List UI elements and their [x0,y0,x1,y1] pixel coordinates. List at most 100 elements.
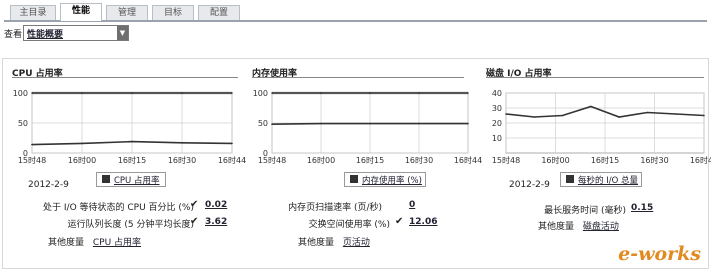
x-tick-label: 15时48 [18,155,46,165]
disk-stat-service-time-value[interactable]: 0.15 [631,203,653,213]
tab-admin[interactable]: 管理 [106,5,148,20]
cpu-stat-runqueue-label: 运行队列长度 (5 分钟平均长度) [67,220,194,230]
memory-other-metrics: 其他度量 页活动 [298,235,370,248]
data-point [271,123,273,125]
data-point [320,92,322,94]
check-icon: ✔ [190,216,199,227]
memory-legend-label: 内存使用率 (%) [362,176,422,186]
data-point [31,92,33,94]
y-tick-label: 50 [258,119,268,128]
disk-other-metrics-link[interactable]: 磁盘活动 [583,222,619,232]
disk-chart: 10 20 30 40 15时48 16时00 16时15 16时30 16时44 [486,85,711,171]
y-tick-label: 40 [492,89,502,98]
data-point [81,142,83,145]
x-tick-label: 16时00 [307,155,335,165]
y-tick-label: 20 [492,119,502,128]
memory-stat-swap: 交换空间使用率 (%) [240,217,390,230]
disk-stat-service-time: 最长服务时间 (毫秒) [500,203,626,216]
data-point [561,114,564,117]
cpu-chart-date: 2012-2-9 [28,180,69,190]
disk-other-metrics: 其他度量 磁盘活动 [538,219,619,232]
memory-stat-scan-rate: 内存页扫描速率 (页/秒) [240,200,382,213]
disk-legend[interactable]: 每秒的 I/O 总量 [560,172,642,187]
x-tick-label: 15时48 [492,155,520,165]
cpu-stat-iowait-value[interactable]: 0.02 [205,200,227,210]
cpu-chart: 0 50 100 15时48 16时00 16时15 16时30 16时44 [10,85,246,171]
x-tick-label: 16时00 [68,155,96,165]
cpu-legend-label: CPU 占用率 [114,176,160,186]
y-tick-label: 50 [18,119,28,128]
x-tick-label: 16时00 [541,155,569,165]
data-point [418,92,420,94]
x-tick-label: 16时44 [454,155,482,165]
x-tick-label: 16时15 [118,155,146,165]
memory-stat-swap-label: 交换空间使用率 (%) [308,220,390,230]
tab-home[interactable]: 主目录 [10,5,56,20]
cpu-stat-runqueue-value[interactable]: 3.62 [205,217,227,227]
data-point [418,122,420,125]
data-point [618,116,620,118]
y-tick-label: 100 [13,89,28,98]
memory-stat-scan-rate-value[interactable]: 0 [409,200,415,210]
data-point [703,114,705,117]
cpu-other-metrics-label: 其他度量 [48,238,85,248]
data-point [590,105,592,108]
cpu-panel-divider [12,77,238,78]
data-point [181,142,183,144]
y-tick-label: 100 [253,89,268,98]
data-point [320,122,322,125]
memory-chart: 0 50 100 15时48 16时00 16时15 16时30 16时44 [250,85,482,171]
disk-panel-divider [486,77,704,78]
data-point [369,122,371,125]
cpu-stat-iowait-label: 处于 I/O 等待状态的 CPU 百分比 (%) [43,203,194,213]
check-icon: ✔ [190,199,199,210]
x-tick-label: 16时44 [218,155,246,165]
cpu-legend-swatch [102,175,110,183]
y-tick-label: 10 [492,134,502,143]
disk-chart-date: 2012-2-9 [509,180,550,190]
x-tick-label: 16时15 [356,155,384,165]
cpu-legend[interactable]: CPU 占用率 [96,172,166,187]
memory-panel-divider [252,77,464,78]
cpu-stat-iowait: 处于 I/O 等待状态的 CPU 百分比 (%) [8,200,194,213]
disk-chart-svg: 10 20 30 40 15时48 16时00 16时15 16时30 16时44 [492,89,711,165]
chevron-down-icon[interactable]: ▼ [117,26,128,40]
data-point [81,92,83,94]
eworks-logo: e-works [618,243,701,265]
data-point [467,122,469,125]
data-point [31,143,33,146]
memory-other-metrics-link[interactable]: 页活动 [343,238,370,248]
x-tick-label: 16时44 [690,155,711,165]
x-tick-label: 16时30 [405,155,433,165]
cpu-other-metrics-link[interactable]: CPU 占用率 [93,238,141,248]
view-select[interactable]: 性能概要 ▼ [23,25,129,41]
cpu-chart-svg: 05010015时48 16时00 16时15 16时30 16时44 [13,89,246,165]
data-point [181,92,183,94]
x-tick-label: 16时30 [168,155,196,165]
data-point [646,111,649,114]
disk-legend-label: 每秒的 I/O 总量 [578,176,638,186]
disk-stat-service-time-label: 最长服务时间 (毫秒) [544,206,626,216]
memory-legend-swatch [350,175,358,183]
memory-legend[interactable]: 内存使用率 (%) [344,172,426,187]
data-point [131,92,133,94]
data-point [505,113,507,115]
x-tick-label: 15时48 [258,155,286,165]
tab-config[interactable]: 配置 [198,5,240,20]
memory-stat-swap-value[interactable]: 12.06 [409,217,437,227]
data-point [231,142,233,145]
tab-bar: 主目录 性能 管理 目标 配置 [4,2,707,22]
x-tick-label: 16时30 [640,155,668,165]
data-point [674,113,677,115]
memory-stat-scan-rate-label: 内存页扫描速率 (页/秒) [288,203,382,213]
x-tick-label: 16时15 [591,155,619,165]
cpu-stat-runqueue: 运行队列长度 (5 分钟平均长度) [8,217,194,230]
tab-performance[interactable]: 性能 [60,3,102,21]
disk-legend-swatch [566,175,574,183]
check-icon: ✔ [395,216,404,227]
tab-targets[interactable]: 目标 [152,5,194,20]
view-select-value: 性能概要 [27,30,64,40]
data-point [533,116,536,118]
data-point [271,92,273,94]
data-point [131,140,133,143]
